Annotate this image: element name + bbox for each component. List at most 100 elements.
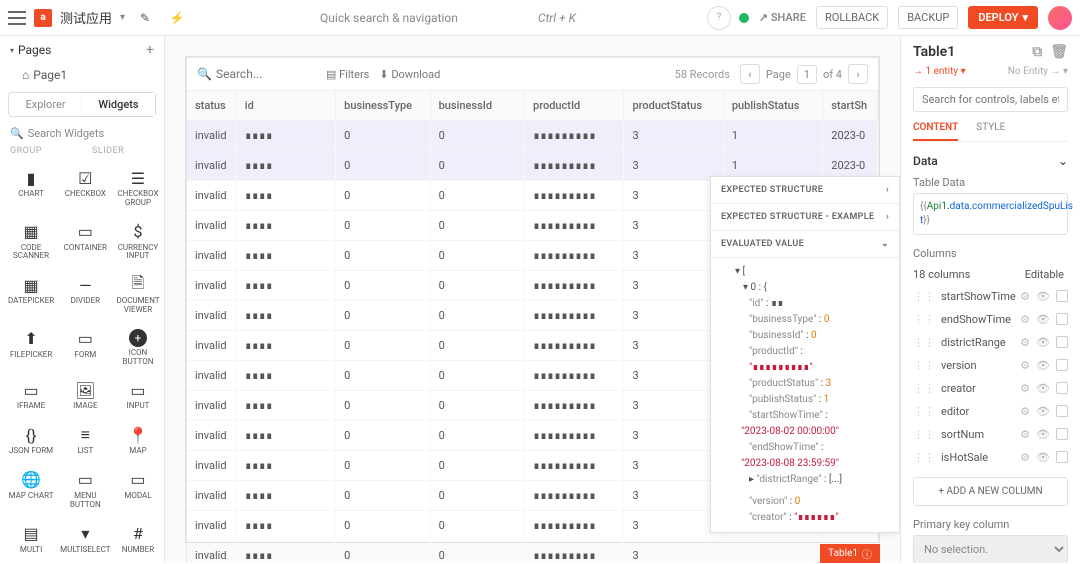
property-search[interactable] [913,87,1068,112]
column-checkbox[interactable] [1056,382,1068,394]
column-header[interactable]: status [187,91,237,120]
widget-iframe[interactable]: ▭IFRAME [6,374,56,417]
rollback-button[interactable]: ROLLBACK [816,6,888,29]
tab-content[interactable]: CONTENT [913,116,958,141]
widget-multiselect[interactable]: ▾MULTISELECT [58,518,112,561]
widget-container[interactable]: ▭CONTAINER [58,216,112,268]
widget-map-chart[interactable]: 🌐MAP CHART [6,464,56,516]
avatar[interactable] [1048,6,1072,30]
column-header[interactable]: productId [525,91,624,120]
column-item[interactable]: ⋮⋮editor⚙👁 [913,400,1068,423]
widget-form[interactable]: ▭FORM [58,323,112,373]
gear-icon[interactable]: ⚙ [1020,290,1030,303]
entity-nav[interactable]: → 1 entity ▾ No Entity → ▾ [913,60,1068,83]
gear-icon[interactable]: ⚙ [1020,405,1030,418]
column-checkbox[interactable] [1056,405,1068,417]
copy-icon[interactable]: ⧉ [1032,44,1042,60]
gear-icon[interactable]: ⚙ [1020,336,1030,349]
column-item[interactable]: ⋮⋮isHotSale⚙👁 [913,446,1068,469]
backup-button[interactable]: BACKUP [898,6,958,29]
widget-list[interactable]: ≡LIST [58,419,112,462]
gear-icon[interactable]: ⚙ [1020,313,1030,326]
column-item[interactable]: ⋮⋮version⚙👁 [913,354,1068,377]
eval-expected-example[interactable]: EXPECTED STRUCTURE - EXAMPLE› [711,204,899,231]
column-checkbox[interactable] [1056,451,1068,463]
widget-code-scanner[interactable]: ▦CODE SCANNER [6,216,56,268]
column-checkbox[interactable] [1056,428,1068,440]
widget-filepicker[interactable]: ⬆FILEPICKER [6,323,56,373]
column-checkbox[interactable] [1056,359,1068,371]
pages-header[interactable]: ▾ Pages + [0,36,164,64]
add-column-button[interactable]: + ADD A NEW COLUMN [913,477,1068,506]
visibility-icon[interactable]: 👁 [1036,428,1050,441]
drag-handle-icon[interactable]: ⋮⋮ [913,313,935,326]
deploy-button[interactable]: DEPLOY ▾ [968,6,1038,29]
next-page-button[interactable]: › [848,64,868,84]
visibility-icon[interactable]: 👁 [1036,451,1050,464]
table-data-code[interactable]: {{Api1.data.commercializedSpuList}} [913,193,1068,235]
widget-json-form[interactable]: {}JSON FORM [6,419,56,462]
visibility-icon[interactable]: 👁 [1036,336,1050,349]
widget-document-viewer[interactable]: 🗎DOCUMENT VIEWER [115,269,162,321]
drag-handle-icon[interactable]: ⋮⋮ [913,290,935,303]
column-header[interactable]: businessId [431,91,525,120]
column-header[interactable]: publishStatus [724,91,823,120]
column-item[interactable]: ⋮⋮districtRange⚙👁 [913,331,1068,354]
visibility-icon[interactable]: 👁 [1036,290,1050,303]
widget-datepicker[interactable]: ▦DATEPICKER [6,269,56,321]
table-row[interactable]: invalid∎∎∎∎00∎∎∎∎∎∎∎∎∎3 [187,541,878,563]
help-icon[interactable]: ? [707,6,731,30]
column-header[interactable]: id [237,91,336,120]
visibility-icon[interactable]: 👁 [1036,382,1050,395]
edit-icon[interactable]: ✎ [133,6,157,30]
share-button[interactable]: ↗ SHARE [759,11,806,24]
widget-tag[interactable]: Table1 ⓘ [820,544,880,563]
widget-modal[interactable]: ▭MODAL [115,464,162,516]
drag-handle-icon[interactable]: ⋮⋮ [913,405,935,418]
widget-divider[interactable]: —DIVIDER [58,269,112,321]
app-name[interactable]: 测试应用 [60,8,112,27]
download-button[interactable]: ⬇ Download [379,68,440,81]
tab-explorer[interactable]: Explorer [9,93,82,116]
chevron-down-icon[interactable]: ▾ [120,12,125,23]
column-item[interactable]: ⋮⋮sortNum⚙👁 [913,423,1068,446]
drag-handle-icon[interactable]: ⋮⋮ [913,451,935,464]
gear-icon[interactable]: ⚙ [1020,359,1030,372]
drag-handle-icon[interactable]: ⋮⋮ [913,336,935,349]
widget-checkbox[interactable]: ☑CHECKBOX [58,162,112,214]
column-item[interactable]: ⋮⋮startShowTime⚙👁 [913,285,1068,308]
tab-widgets[interactable]: Widgets [82,93,155,116]
widget-menu-button[interactable]: ▭MENU BUTTON [58,464,112,516]
eval-evaluated-value[interactable]: EVALUATED VALUE⌄ [711,231,899,258]
table-row[interactable]: invalid∎∎∎∎00∎∎∎∎∎∎∎∎∎312023-0 [187,121,878,151]
visibility-icon[interactable]: 👁 [1036,359,1050,372]
widget-chart[interactable]: ▮CHART [6,162,56,214]
drag-handle-icon[interactable]: ⋮⋮ [913,382,935,395]
canvas[interactable]: 🔍 ▤ Filters ⬇ Download 58 Records ‹ Page… [165,36,900,563]
widget-multi[interactable]: ▤MULTI [6,518,56,561]
quick-search[interactable]: Quick search & navigation Ctrl + K [320,11,576,25]
table-search-input[interactable] [216,67,316,81]
table-search[interactable]: 🔍 [197,67,316,81]
filters-button[interactable]: ▤ Filters [326,68,369,81]
column-header[interactable]: startSh [823,91,878,120]
delete-icon[interactable]: 🗑 [1050,44,1068,60]
visibility-icon[interactable]: 👁 [1036,313,1050,326]
widget-icon-button[interactable]: +ICON BUTTON [115,323,162,373]
widget-number[interactable]: #NUMBER [115,518,162,561]
gear-icon[interactable]: ⚙ [1020,382,1030,395]
column-item[interactable]: ⋮⋮creator⚙👁 [913,377,1068,400]
column-checkbox[interactable] [1056,313,1068,325]
drag-handle-icon[interactable]: ⋮⋮ [913,359,935,372]
gear-icon[interactable]: ⚙ [1020,451,1030,464]
widget-currency-input[interactable]: $CURRENCY INPUT [115,216,162,268]
tab-style[interactable]: STYLE [976,116,1005,141]
prev-page-button[interactable]: ‹ [740,64,760,84]
gear-icon[interactable]: ⚙ [1020,428,1030,441]
lightning-icon[interactable]: ⚡ [165,6,189,30]
menu-icon[interactable] [8,11,26,25]
data-section[interactable]: Data⌄ [913,150,1068,172]
pk-select[interactable]: No selection. [913,535,1068,563]
column-header[interactable]: businessType [336,91,430,120]
widget-input[interactable]: ▭INPUT [115,374,162,417]
